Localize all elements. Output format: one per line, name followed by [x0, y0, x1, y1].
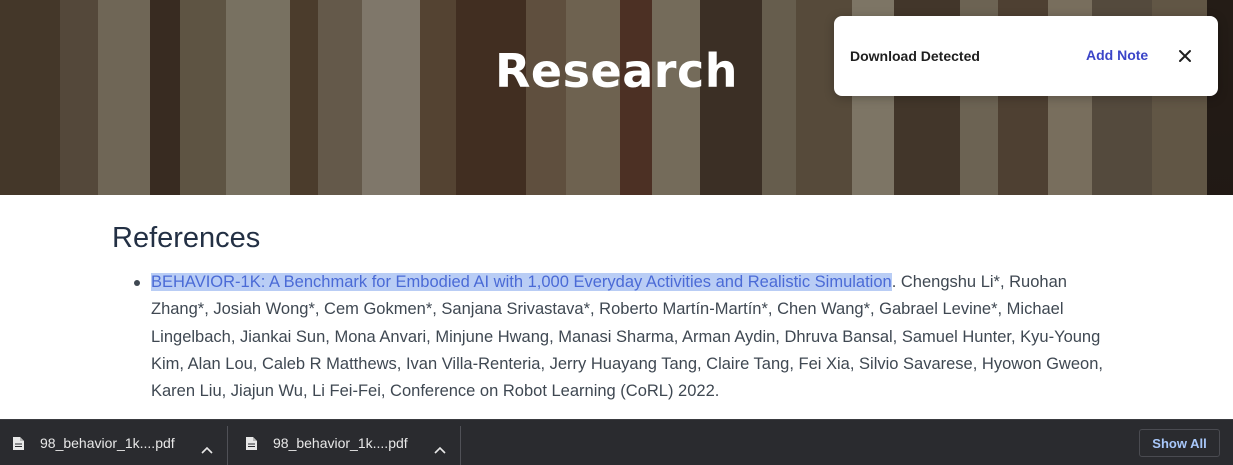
download-filename: 98_behavior_1k....pdf — [273, 435, 408, 451]
close-icon[interactable] — [1176, 47, 1194, 65]
references-heading: References — [112, 222, 261, 254]
reference-details: . Chengshu Li*, Ruohan Zhang*, Josiah Wo… — [151, 273, 1103, 401]
download-filename: 98_behavior_1k....pdf — [40, 435, 175, 451]
download-detected-popup: Download Detected Add Note — [834, 16, 1218, 96]
download-divider — [460, 426, 461, 465]
download-item[interactable]: 98_behavior_1k....pdf — [12, 420, 213, 465]
downloads-bar: 98_behavior_1k....pdf 98_behavior_1k....… — [0, 419, 1233, 465]
download-item[interactable]: 98_behavior_1k....pdf — [245, 420, 446, 465]
reference-link[interactable]: BEHAVIOR-1K: A Benchmark for Embodied AI… — [151, 273, 892, 291]
reference-item: BEHAVIOR-1K: A Benchmark for Embodied AI… — [151, 269, 1111, 405]
chevron-up-icon[interactable] — [201, 439, 213, 454]
popup-title: Download Detected — [850, 48, 980, 64]
chevron-up-icon[interactable] — [434, 439, 446, 454]
file-icon — [245, 436, 258, 451]
download-divider — [227, 426, 228, 465]
add-note-button[interactable]: Add Note — [1086, 47, 1148, 63]
file-icon — [12, 436, 25, 451]
show-all-button[interactable]: Show All — [1139, 429, 1220, 457]
list-bullet — [134, 280, 140, 286]
